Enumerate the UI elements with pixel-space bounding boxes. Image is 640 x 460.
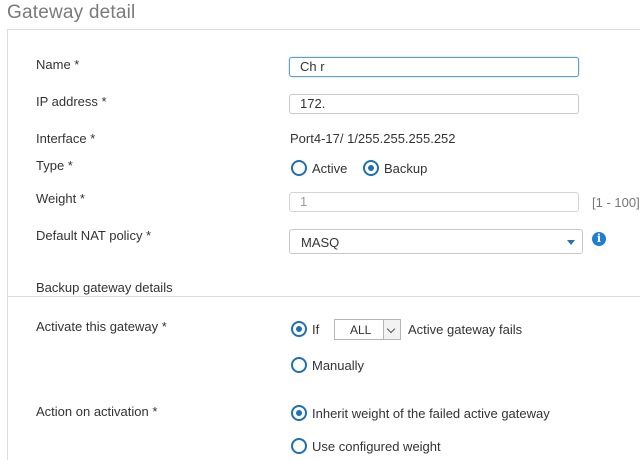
activation-condition-select[interactable]: ALL xyxy=(334,319,401,340)
ip-address-label: IP address * xyxy=(36,94,107,109)
activate-if-radio[interactable] xyxy=(291,321,307,337)
ip-address-input[interactable]: 172. xyxy=(289,94,579,114)
interface-value: Port4-17/ 1/255.255.255.252 xyxy=(290,131,456,146)
interface-label: Interface * xyxy=(36,131,96,146)
type-active-label[interactable]: Active xyxy=(312,161,347,176)
activate-manually-label[interactable]: Manually xyxy=(312,358,364,373)
weight-range-hint: [1 - 100] xyxy=(592,195,640,210)
inherit-weight-radio[interactable] xyxy=(291,405,307,421)
nat-policy-select[interactable]: MASQ xyxy=(289,229,583,254)
activate-manually-radio[interactable] xyxy=(291,357,307,373)
activation-condition-value: ALL xyxy=(350,323,372,337)
name-label: Name * xyxy=(36,57,80,72)
configured-weight-label[interactable]: Use configured weight xyxy=(312,439,441,454)
backup-section-title: Backup gateway details xyxy=(36,280,173,295)
weight-label: Weight * xyxy=(36,191,85,206)
activate-if-label[interactable]: If xyxy=(312,322,319,337)
section-divider xyxy=(8,296,640,297)
nat-policy-value: MASQ xyxy=(301,235,340,250)
active-gateway-fails-label: Active gateway fails xyxy=(408,322,523,337)
type-label: Type * xyxy=(36,158,73,173)
activate-gateway-label: Activate this gateway * xyxy=(36,319,167,334)
action-on-activation-label: Action on activation * xyxy=(36,404,158,419)
name-input[interactable]: Ch r xyxy=(289,57,579,77)
nat-policy-label: Default NAT policy * xyxy=(36,228,152,243)
page-title: Gateway detail xyxy=(7,2,136,23)
chevron-down-icon xyxy=(567,240,575,245)
inherit-weight-label[interactable]: Inherit weight of the failed active gate… xyxy=(312,406,550,421)
type-backup-label[interactable]: Backup xyxy=(384,161,427,176)
type-backup-radio[interactable] xyxy=(363,160,379,176)
chevron-down-icon[interactable] xyxy=(383,320,400,339)
info-icon[interactable]: i xyxy=(592,232,606,246)
weight-input[interactable]: 1 xyxy=(289,192,579,212)
configured-weight-radio[interactable] xyxy=(291,438,307,454)
type-active-radio[interactable] xyxy=(291,160,307,176)
